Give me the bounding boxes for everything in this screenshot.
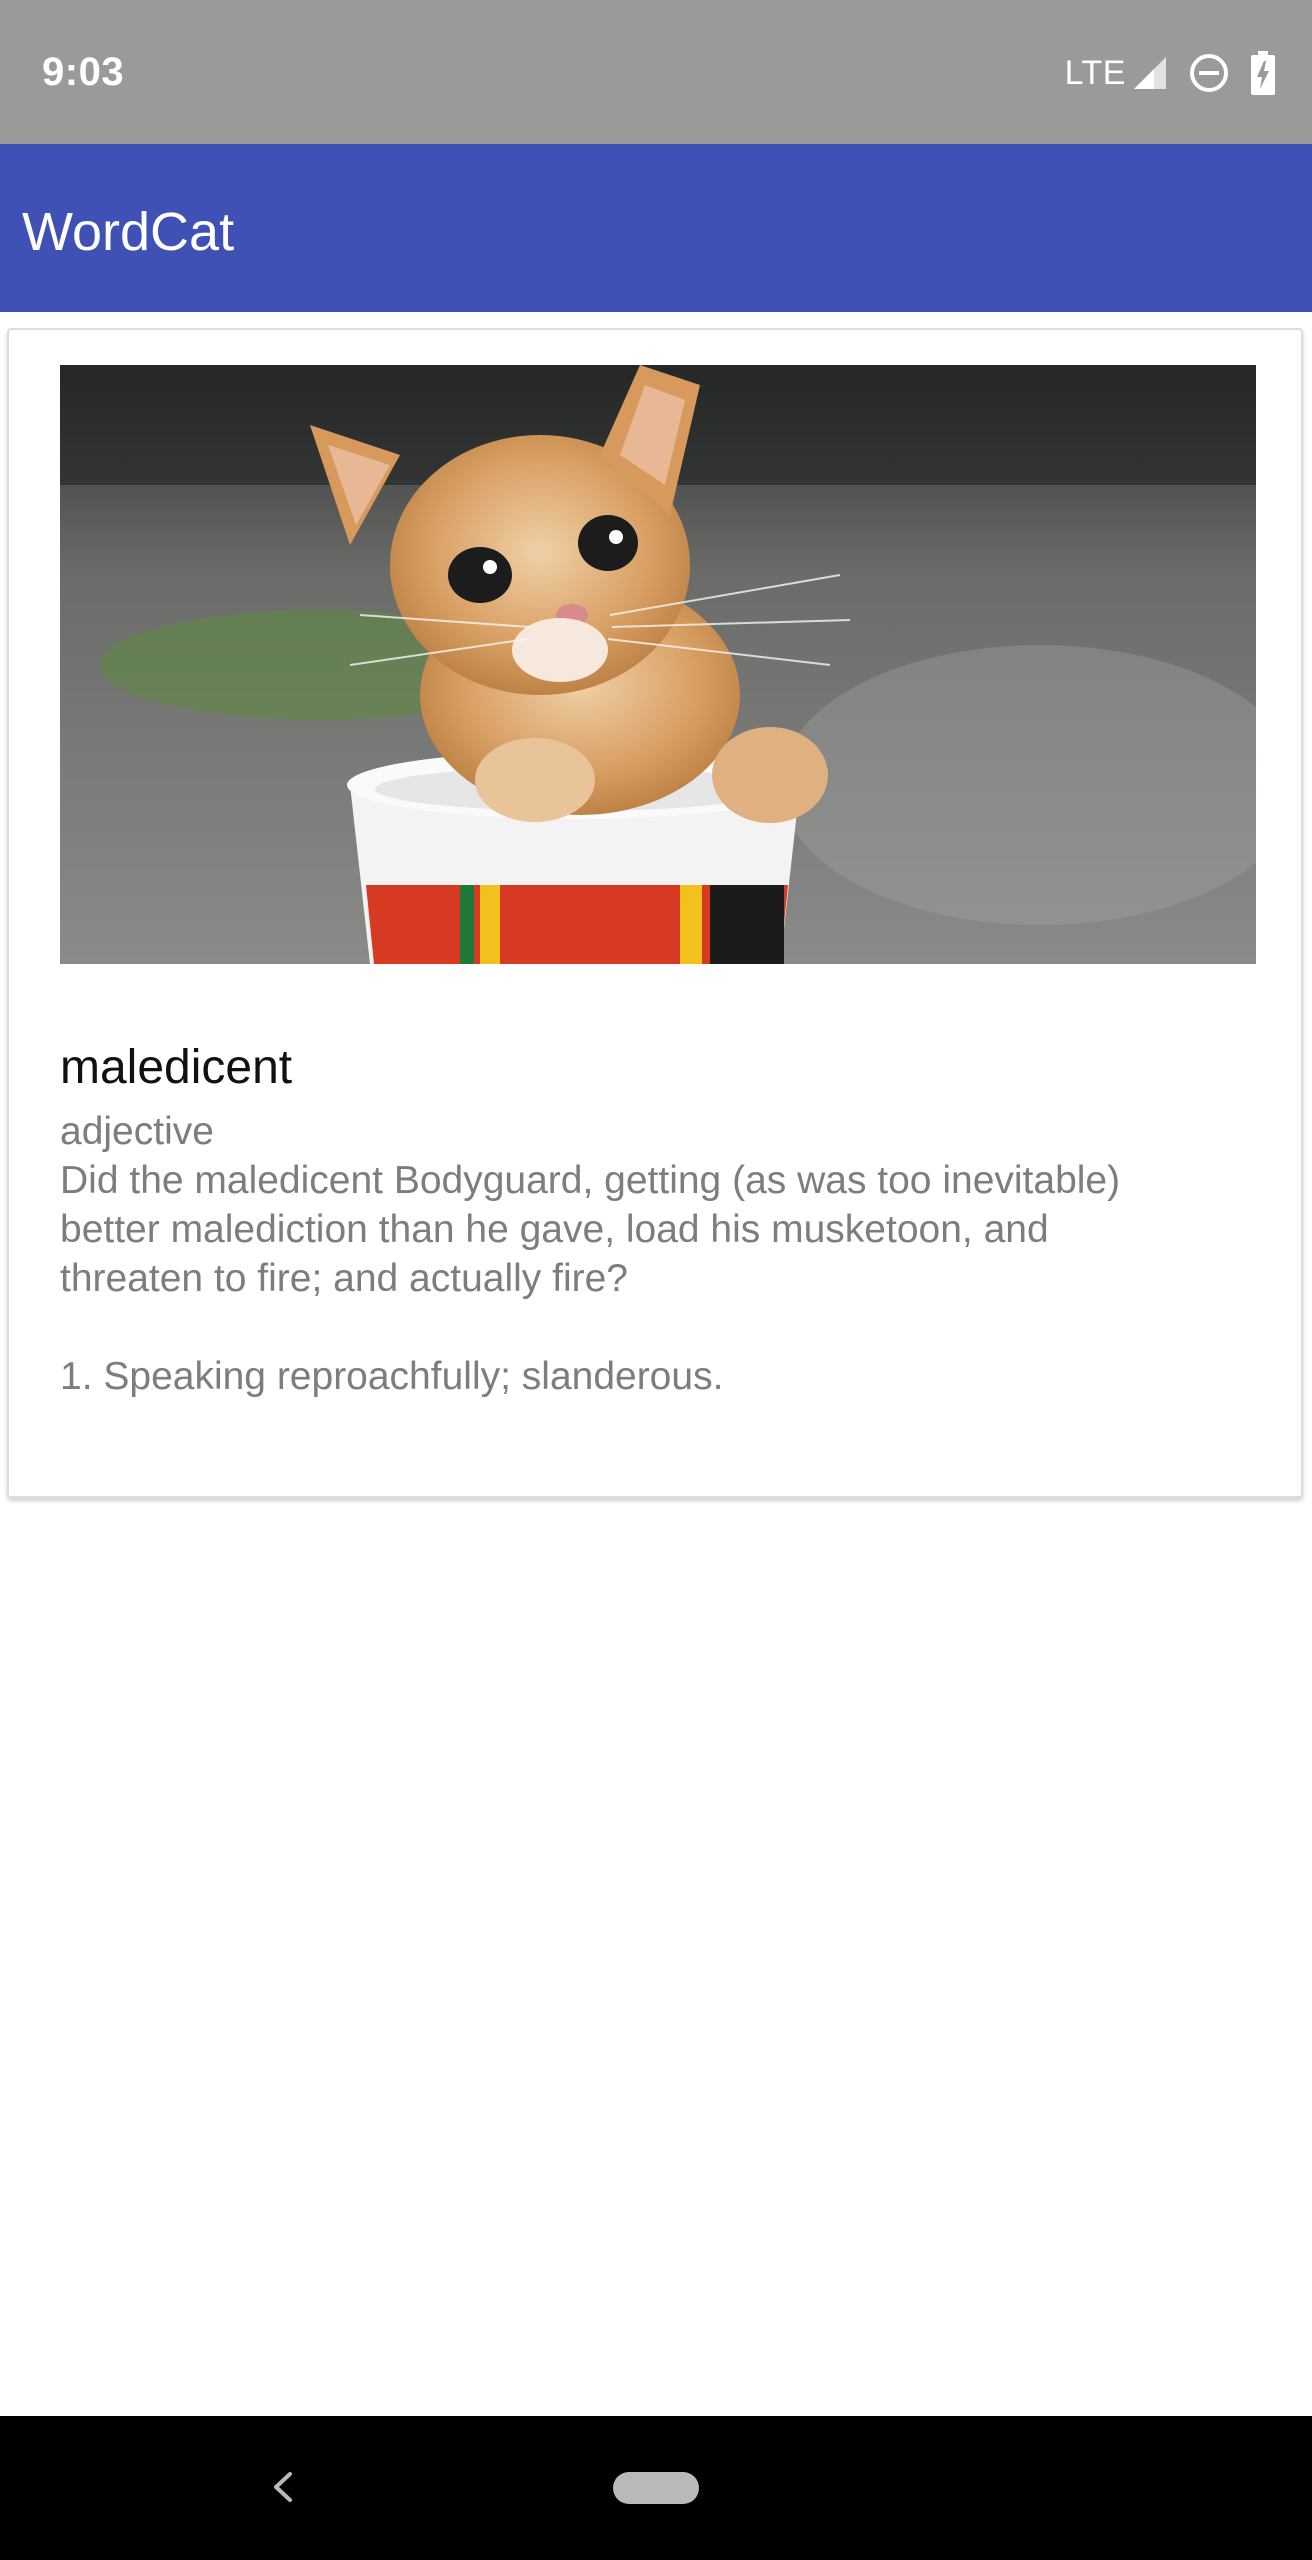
word-card[interactable]: maledicent adjective Did the maledicent …: [7, 328, 1303, 1498]
kitten-image: [60, 365, 1256, 964]
signal-icon: [1134, 57, 1166, 89]
example-sentence: Did the maledicent Bodyguard, getting (a…: [60, 1159, 1121, 1300]
definition: 1. Speaking reproachfully; slanderous.: [60, 1355, 724, 1398]
do-not-disturb-icon: [1190, 54, 1228, 92]
app-title: WordCat: [22, 202, 235, 262]
status-bar: 9:03 LTE: [0, 0, 1312, 144]
battery-charging-icon: [1251, 51, 1275, 95]
kitten-in-cup-photo: [60, 365, 1256, 964]
part-of-speech: adjective: [60, 1110, 214, 1153]
navigation-bar: [0, 2416, 1312, 2560]
app-bar: WordCat: [0, 144, 1312, 312]
home-pill-icon[interactable]: [613, 2472, 699, 2504]
status-icons: LTE: [1065, 48, 1276, 98]
word-title: maledicent: [60, 1041, 293, 1094]
back-icon[interactable]: [258, 2462, 308, 2512]
network-type-label: LTE: [1064, 54, 1126, 92]
status-time: 9:03: [42, 50, 125, 94]
